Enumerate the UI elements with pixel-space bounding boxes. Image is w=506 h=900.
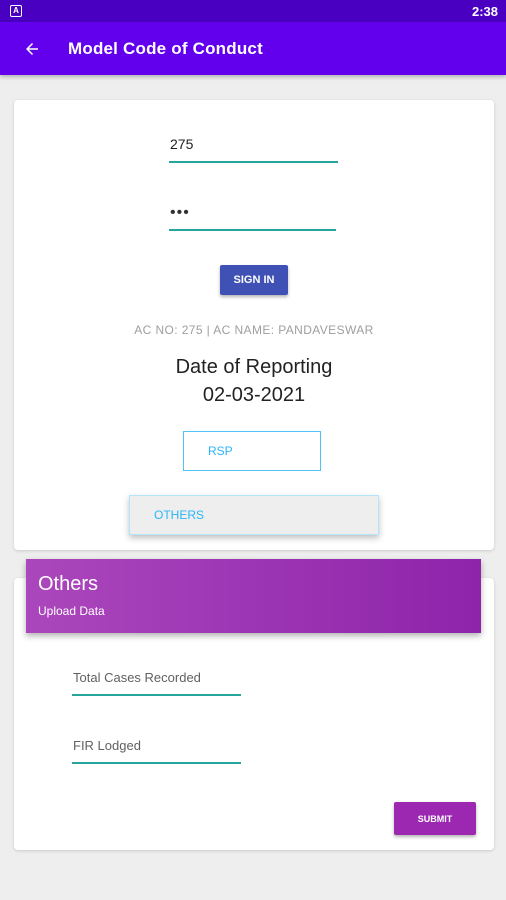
status-time: 2:38 <box>471 3 498 19</box>
others-button[interactable]: OTHERS <box>129 495 379 535</box>
password-input[interactable]: ••• <box>169 204 336 231</box>
status-bar: A 2:38 <box>0 0 506 22</box>
others-title: Others <box>38 573 99 595</box>
rsp-button[interactable]: RSP <box>183 431 321 471</box>
page-title: Model Code of Conduct <box>68 38 263 58</box>
sign-in-button[interactable]: SIGN IN <box>220 265 288 295</box>
date-of-reporting-value: 02-03-2021 <box>202 384 306 406</box>
app-bar: Model Code of Conduct <box>0 22 506 75</box>
ac-info-text: AC NO: 275 | AC NAME: PANDAVESWAR <box>134 323 374 337</box>
arrow-back-icon <box>26 42 38 55</box>
fir-lodged-field[interactable]: FIR Lodged <box>72 738 241 764</box>
back-button[interactable] <box>20 37 44 61</box>
login-card: 275 ••• SIGN IN AC NO: 275 | AC NAME: PA… <box>14 100 494 550</box>
others-header: Others Upload Data <box>26 559 481 633</box>
total-cases-recorded-field[interactable]: Total Cases Recorded <box>72 670 241 696</box>
date-of-reporting-label: Date of Reporting <box>175 356 333 378</box>
submit-button[interactable]: SUBMIT <box>394 802 476 835</box>
username-input[interactable]: 275 <box>169 136 338 163</box>
others-subtitle: Upload Data <box>38 604 105 618</box>
app-notification-icon: A <box>10 5 22 17</box>
